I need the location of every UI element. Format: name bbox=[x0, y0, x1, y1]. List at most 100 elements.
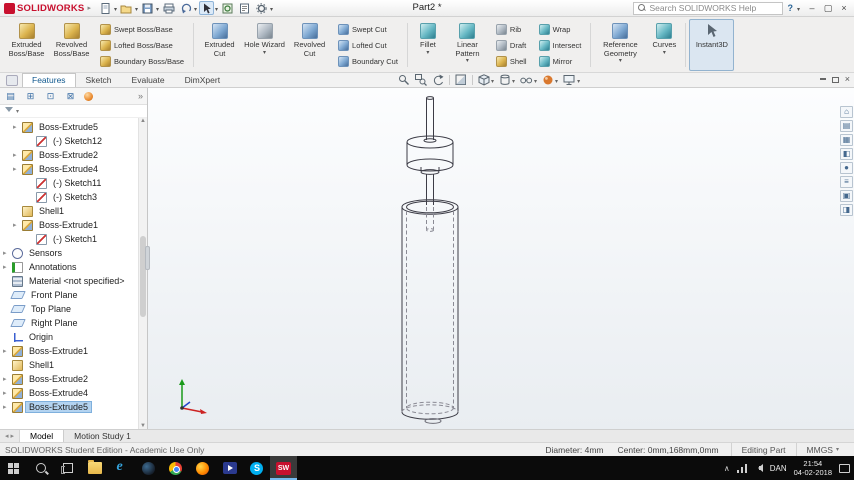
help-caret-icon[interactable]: ▾ bbox=[797, 6, 800, 13]
swept-boss-button[interactable]: Swept Boss/Base bbox=[96, 22, 188, 37]
print-button[interactable] bbox=[161, 1, 176, 15]
section-view-icon[interactable] bbox=[455, 74, 467, 86]
tree-item[interactable]: Boss-Extrude2 bbox=[0, 372, 147, 386]
skype-button[interactable] bbox=[243, 456, 270, 480]
view-orientation-icon[interactable]: ▾ bbox=[478, 74, 494, 86]
boundary-cut-button[interactable]: Boundary Cut bbox=[334, 54, 402, 69]
expand-arrow-icon[interactable] bbox=[13, 123, 22, 131]
options-dropdown-caret-icon[interactable]: ▾ bbox=[270, 6, 273, 13]
expand-arrow-icon[interactable] bbox=[13, 221, 22, 229]
help-search-box[interactable]: Search SOLIDWORKS Help bbox=[633, 1, 784, 15]
new-document-button[interactable] bbox=[98, 1, 113, 15]
tree-item[interactable]: Right Plane bbox=[0, 316, 147, 330]
linear-pattern-button[interactable]: Linear Pattern bbox=[445, 19, 490, 71]
save-dropdown-caret-icon[interactable]: ▾ bbox=[156, 6, 159, 13]
tree-item[interactable]: (-) Sketch11 bbox=[0, 176, 147, 190]
expand-arrow-icon[interactable] bbox=[3, 375, 12, 383]
intersect-button[interactable]: Intersect bbox=[535, 38, 586, 53]
save-button[interactable] bbox=[140, 1, 155, 15]
doc-minimize-icon[interactable] bbox=[819, 78, 826, 80]
tree-item[interactable]: Annotations bbox=[0, 260, 147, 274]
open-dropdown-caret-icon[interactable]: ▾ bbox=[135, 6, 138, 13]
forum-icon[interactable]: ▣ bbox=[840, 190, 853, 202]
file-explorer-button[interactable] bbox=[81, 456, 108, 480]
tab-dimxpert[interactable]: DimXpert bbox=[175, 73, 230, 87]
tree-item[interactable]: Boss-Extrude4 bbox=[0, 162, 147, 176]
model-3d-view[interactable] bbox=[148, 88, 854, 429]
taskbar-search-button[interactable] bbox=[27, 456, 54, 480]
tree-item[interactable]: Origin bbox=[0, 330, 147, 344]
units-selector[interactable]: MMGS ▾ bbox=[795, 443, 849, 456]
undo-button[interactable] bbox=[178, 1, 193, 15]
feature-manager-tab-icon[interactable]: ▤ bbox=[4, 90, 17, 103]
language-indicator[interactable]: DAN bbox=[770, 464, 787, 473]
tree-scrollbar[interactable]: ▲ ▼ bbox=[138, 118, 147, 429]
tree-item[interactable]: (-) Sketch1 bbox=[0, 232, 147, 246]
menu-flyout-arrow-icon[interactable]: ▸ bbox=[87, 4, 91, 12]
property-manager-tab-icon[interactable]: ⊞ bbox=[24, 90, 37, 103]
swept-cut-button[interactable]: Swept Cut bbox=[334, 22, 402, 37]
scroll-down-icon[interactable]: ▼ bbox=[140, 423, 146, 429]
tree-item[interactable]: Shell1 bbox=[0, 358, 147, 372]
expand-arrow-icon[interactable] bbox=[3, 249, 12, 257]
shell-button[interactable]: Shell bbox=[492, 54, 531, 69]
expand-arrow-icon[interactable] bbox=[3, 263, 12, 271]
tree-item[interactable]: Material <not specified> bbox=[0, 274, 147, 288]
dropper-stem[interactable] bbox=[426, 174, 434, 205]
filter-funnel-icon[interactable] bbox=[5, 106, 13, 116]
revolved-boss-button[interactable]: Revolved Boss/Base bbox=[49, 19, 94, 71]
design-library-icon[interactable]: ▤ bbox=[840, 120, 853, 132]
zoom-area-icon[interactable] bbox=[415, 74, 427, 86]
expand-arrow-icon[interactable] bbox=[3, 389, 12, 397]
custom-properties-icon[interactable]: ≡ bbox=[840, 176, 853, 188]
tree-item[interactable]: Boss-Extrude4 bbox=[0, 386, 147, 400]
expand-arrow-icon[interactable] bbox=[13, 165, 22, 173]
doc-close-icon[interactable]: × bbox=[845, 75, 850, 84]
instant3d-button[interactable]: Instant3D bbox=[689, 19, 735, 71]
new-dropdown-caret-icon[interactable]: ▾ bbox=[114, 6, 117, 13]
tree-item[interactable]: Boss-Extrude1 bbox=[0, 344, 147, 358]
rib-button[interactable]: Rib bbox=[492, 22, 531, 37]
doc-restore-icon[interactable] bbox=[831, 76, 839, 83]
lofted-cut-button[interactable]: Lofted Cut bbox=[334, 38, 402, 53]
panel-expand-chevron-icon[interactable]: » bbox=[138, 91, 143, 101]
hide-show-items-icon[interactable]: ▾ bbox=[520, 74, 537, 86]
configuration-manager-tab-icon[interactable]: ⊡ bbox=[44, 90, 57, 103]
draft-button[interactable]: Draft bbox=[492, 38, 531, 53]
tree-item[interactable]: Top Plane bbox=[0, 302, 147, 316]
scroll-up-icon[interactable]: ▲ bbox=[140, 118, 146, 124]
undo-dropdown-caret-icon[interactable]: ▾ bbox=[194, 6, 197, 13]
steam-button[interactable] bbox=[135, 456, 162, 480]
select-dropdown-caret-icon[interactable]: ▾ bbox=[215, 6, 218, 13]
tree-item[interactable]: Boss-Extrude5 bbox=[0, 120, 147, 134]
tree-item[interactable]: Boss-Extrude2 bbox=[0, 148, 147, 162]
dropper-tube[interactable] bbox=[426, 96, 434, 140]
filter-caret-icon[interactable]: ▾ bbox=[16, 108, 19, 115]
tray-expand-caret-icon[interactable]: ∧ bbox=[724, 464, 730, 473]
model-tab[interactable]: Model bbox=[19, 430, 65, 442]
previous-view-icon[interactable] bbox=[432, 74, 444, 86]
select-tool-button[interactable] bbox=[199, 1, 215, 15]
minimize-button[interactable]: – bbox=[805, 2, 819, 15]
display-style-icon[interactable]: ▾ bbox=[499, 74, 515, 86]
wrap-button[interactable]: Wrap bbox=[535, 22, 586, 37]
chrome-button[interactable] bbox=[162, 456, 189, 480]
edge-button[interactable] bbox=[108, 456, 135, 480]
file-explorer-pane-icon[interactable]: ▦ bbox=[840, 134, 853, 146]
clock[interactable]: 21:54 04-02-2018 bbox=[794, 459, 832, 478]
tree-item[interactable]: Front Plane bbox=[0, 288, 147, 302]
fillet-button[interactable]: Fillet bbox=[411, 19, 445, 71]
volume-icon[interactable] bbox=[754, 464, 763, 472]
expand-arrow-icon[interactable] bbox=[3, 347, 12, 355]
panel-splitter-handle[interactable] bbox=[145, 246, 150, 270]
curves-button[interactable]: Curves bbox=[646, 19, 682, 71]
appearances-scenes-icon[interactable]: ● bbox=[840, 162, 853, 174]
hole-wizard-button[interactable]: Hole Wizard bbox=[242, 19, 287, 71]
graphics-viewport[interactable]: ⌂ ▤ ▦ ◧ ● ≡ ▣ ◨ bbox=[148, 88, 854, 429]
edit-appearance-icon[interactable]: ▾ bbox=[542, 74, 558, 86]
tab-evaluate[interactable]: Evaluate bbox=[122, 73, 175, 87]
tab-features[interactable]: Features bbox=[22, 73, 76, 87]
maximize-button[interactable]: ▢ bbox=[821, 2, 835, 15]
revolved-cut-button[interactable]: Revolved Cut bbox=[287, 19, 332, 71]
lofted-boss-button[interactable]: Lofted Boss/Base bbox=[96, 38, 188, 53]
